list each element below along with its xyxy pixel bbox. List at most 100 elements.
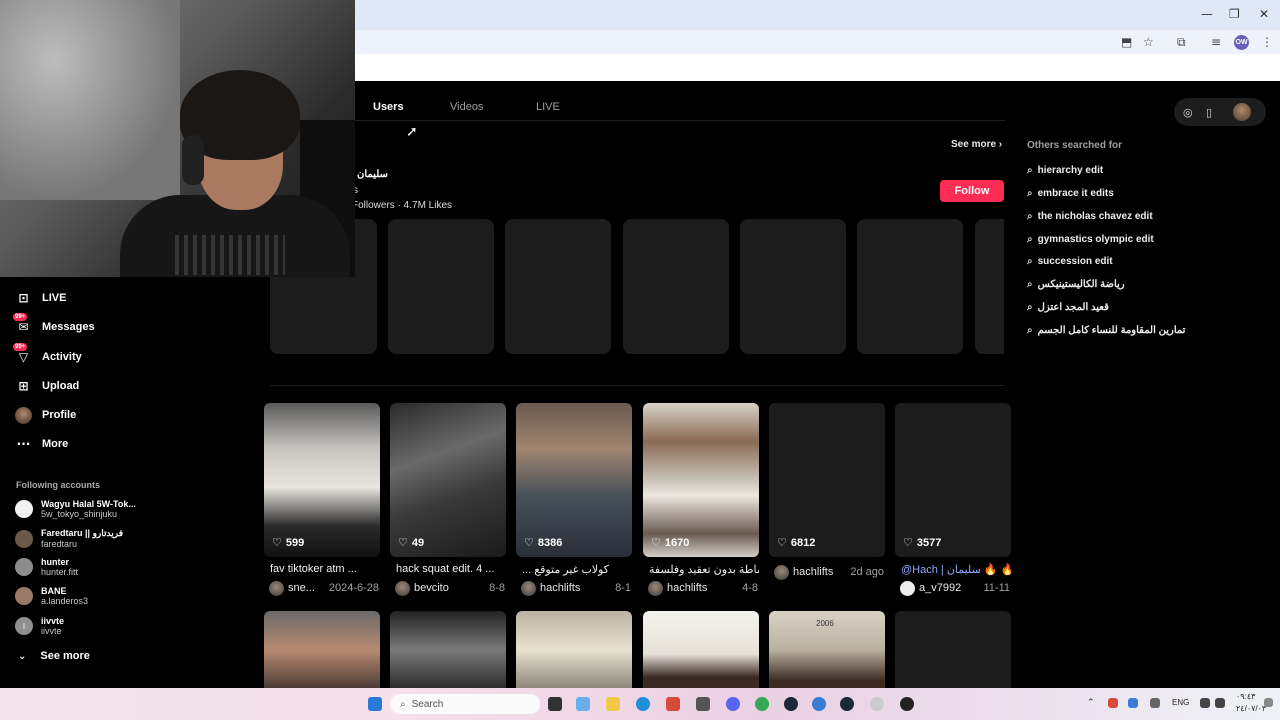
user-video-card[interactable] xyxy=(975,219,1004,354)
video-author[interactable]: hachlifts xyxy=(667,582,707,594)
steam-icon[interactable] xyxy=(840,697,854,711)
tab-live[interactable]: LIVE xyxy=(536,101,560,113)
phone-icon[interactable]: ▯ xyxy=(1206,106,1212,119)
close-icon[interactable]: ✕ xyxy=(1259,7,1269,21)
suggested-search-item[interactable]: ⌕ embrace it edits xyxy=(1027,188,1114,199)
network-icon[interactable] xyxy=(1200,698,1210,708)
suggested-search-item[interactable]: ⌕ succession edit xyxy=(1027,256,1113,267)
video-caption[interactable]: @Hach | سليمان 🔥 🔥 xyxy=(901,563,1011,576)
tray-icon[interactable] xyxy=(1108,698,1118,708)
video-thumbnail[interactable] xyxy=(264,611,380,689)
heart-icon: ♡ xyxy=(651,536,661,549)
video-thumbnail[interactable]: 2006 xyxy=(769,611,885,689)
user-name[interactable]: سليمان xyxy=(357,169,388,180)
suggested-search-item[interactable]: ⌕ قعيد المجد اعتزل xyxy=(1027,302,1109,313)
user-video-card[interactable] xyxy=(505,219,611,354)
discord-icon[interactable] xyxy=(726,697,740,711)
copilot-icon[interactable] xyxy=(576,697,590,711)
sidebar-item-messages[interactable]: ✉ 99+ Messages xyxy=(13,312,95,337)
live-icon: ⊡ xyxy=(18,291,29,305)
tray-icon[interactable] xyxy=(1128,698,1138,708)
video-thumbnail[interactable] xyxy=(895,403,1011,557)
sidebar-item-upload[interactable]: ⊞ Upload xyxy=(15,376,79,396)
video-thumbnail[interactable] xyxy=(643,403,759,557)
windows-start-icon[interactable] xyxy=(368,697,382,711)
app-icon[interactable] xyxy=(870,697,884,711)
language-indicator[interactable]: ENG xyxy=(1172,698,1189,707)
see-more-accounts[interactable]: ⌄ See more xyxy=(18,650,90,662)
following-accounts-title: Following accounts xyxy=(16,480,101,490)
video-thumbnail[interactable] xyxy=(516,611,632,689)
suggested-search-item[interactable]: ⌕ تمارين المقاومة للنساء كامل الجسم xyxy=(1027,325,1185,336)
microphone-icon[interactable] xyxy=(1150,698,1160,708)
reading-list-icon[interactable]: ≡ xyxy=(1211,35,1221,49)
video-meta: bevcito 8-8 xyxy=(395,580,505,596)
app-icon[interactable] xyxy=(900,697,914,711)
see-more-users-link[interactable]: See more › xyxy=(951,139,1002,150)
video-thumbnail[interactable] xyxy=(895,611,1011,689)
volume-icon[interactable] xyxy=(1215,698,1225,708)
sidebar-item-activity[interactable]: ▽ 99+ Activity xyxy=(13,342,82,367)
restore-icon[interactable]: ❐ xyxy=(1229,7,1240,21)
suggested-search-item[interactable]: ⌕ رياضة الكاليستينيكس xyxy=(1027,279,1125,290)
following-account[interactable]: BANE a.landeros3 xyxy=(15,586,88,606)
app-icon[interactable] xyxy=(812,697,826,711)
clock-date[interactable]: ٢٤/٠٧/٠٣ xyxy=(1236,704,1266,713)
chevron-up-icon[interactable]: ⌃ xyxy=(1087,698,1095,708)
sidebar-item-live[interactable]: ⊡ LIVE xyxy=(15,288,66,308)
tab-videos[interactable]: Videos xyxy=(450,101,483,113)
video-author[interactable]: a_v7992 xyxy=(919,582,961,594)
more-icon: ··· xyxy=(16,437,31,451)
store-icon[interactable] xyxy=(666,697,680,711)
tab-users[interactable]: Users xyxy=(373,101,404,113)
minimize-icon[interactable]: — xyxy=(1201,7,1213,21)
following-account[interactable]: hunter hunter.fitt xyxy=(15,557,78,577)
browser-menu-icon[interactable]: ⋮ xyxy=(1261,35,1273,49)
video-thumbnail[interactable] xyxy=(643,611,759,689)
following-account[interactable]: I iivvte iivvte xyxy=(15,616,64,636)
video-author[interactable]: hachlifts xyxy=(540,582,580,594)
user-video-card[interactable] xyxy=(857,219,963,354)
video-caption[interactable]: fav tiktoker atm ... xyxy=(270,563,380,575)
follow-button[interactable]: Follow xyxy=(940,180,1004,202)
notifications-icon[interactable] xyxy=(1264,698,1273,707)
sidebar-item-more[interactable]: ··· More xyxy=(15,434,69,454)
video-author[interactable]: hachlifts xyxy=(793,566,833,578)
install-app-icon[interactable]: ⬒ xyxy=(1121,35,1132,49)
browser-profile-avatar[interactable]: OW xyxy=(1234,35,1249,50)
video-author[interactable]: sne... xyxy=(288,582,315,594)
video-thumbnail[interactable] xyxy=(390,403,506,557)
user-video-card[interactable] xyxy=(388,219,494,354)
extensions-icon[interactable]: ⧉ xyxy=(1177,35,1186,50)
clock-time[interactable]: ٠٩:٤٣ xyxy=(1236,692,1255,701)
search-icon: ⌕ xyxy=(1027,211,1033,222)
taskbar-search[interactable]: ⌕ Search xyxy=(390,694,540,714)
video-meta: hachlifts 4-8 xyxy=(648,580,758,596)
bookmark-star-icon[interactable]: ☆ xyxy=(1143,35,1154,49)
steam-icon[interactable] xyxy=(784,697,798,711)
following-account[interactable]: Wagyu Halal 5W-Tok... 5w_tokyo_shinjuku xyxy=(15,499,136,519)
video-caption[interactable]: hack squat edit. 4 ... xyxy=(396,563,506,575)
sidebar-item-profile[interactable]: Profile xyxy=(15,405,76,425)
video-author[interactable]: bevcito xyxy=(414,582,449,594)
video-thumbnail[interactable] xyxy=(516,403,632,557)
edge-icon[interactable] xyxy=(636,697,650,711)
task-view-icon[interactable] xyxy=(548,697,562,711)
user-video-card[interactable] xyxy=(623,219,729,354)
video-caption[interactable]: كل بساطة بدون تعقيد وفلسفة... xyxy=(649,563,759,576)
video-thumbnail[interactable] xyxy=(390,611,506,689)
following-account[interactable]: Faredtaru || فريدتارو faredtaru xyxy=(15,528,123,549)
file-explorer-icon[interactable] xyxy=(606,697,620,711)
mouse-cursor-icon: ➚ xyxy=(406,124,418,140)
avatar[interactable] xyxy=(1233,103,1251,121)
suggested-search-item[interactable]: ⌕ gymnastics olympic edit xyxy=(1027,234,1154,245)
video-caption[interactable]: ... كولاب غير متوقع xyxy=(522,563,632,576)
chrome-icon[interactable] xyxy=(755,697,769,711)
user-video-card[interactable] xyxy=(740,219,846,354)
compass-icon[interactable]: ◎ xyxy=(1183,106,1193,119)
app-icon[interactable] xyxy=(696,697,710,711)
video-thumbnail[interactable] xyxy=(769,403,885,557)
video-thumbnail[interactable] xyxy=(264,403,380,557)
suggested-search-item[interactable]: ⌕ hierarchy edit xyxy=(1027,165,1103,176)
suggested-search-item[interactable]: ⌕ the nicholas chavez edit xyxy=(1027,211,1153,222)
